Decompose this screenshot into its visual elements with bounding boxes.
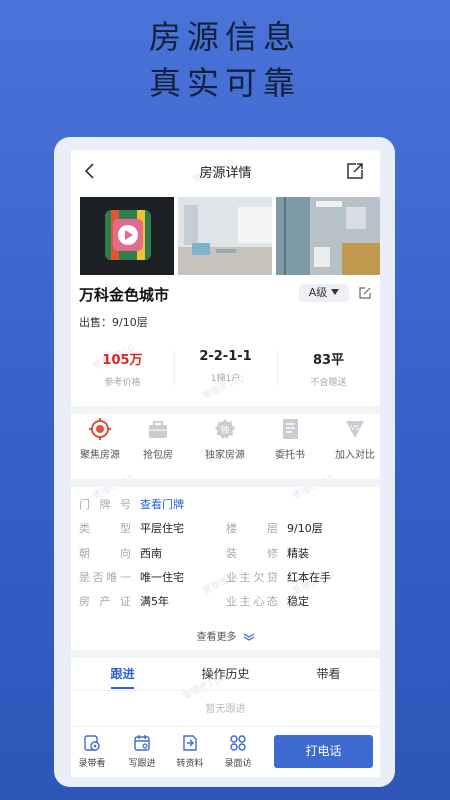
stat-value: 105万	[102, 353, 143, 368]
tool-label: 转资料	[176, 759, 204, 769]
banner-line-1: 房源信息	[148, 18, 301, 56]
empty-state-text: 暂无跟进	[205, 704, 246, 715]
action-row: 聚焦房源 抢包房 独 独家房源 委托书 VS 加入对比	[71, 418, 380, 470]
stat-area: 83平 不含赠送	[277, 340, 380, 396]
detail-label: 类型	[79, 522, 131, 535]
action-label: 独家房源	[205, 450, 245, 461]
transfer-doc-icon	[183, 735, 197, 751]
stats-row: 105万 参考价格 2-2-1-1 1梯1户 83平 不含赠送	[71, 340, 380, 396]
view-doorplate-link[interactable]: 查看门牌	[140, 496, 184, 512]
detail-value: 唯一住宅	[140, 571, 184, 584]
photo-bathroom[interactable]	[276, 197, 380, 275]
detail-label: 业主欠贷	[226, 571, 278, 584]
room-photo-image	[178, 197, 272, 275]
svg-text:独: 独	[220, 424, 229, 436]
detail-value: 9/10层	[287, 522, 323, 535]
grade-select[interactable]: A级	[299, 284, 349, 302]
app-screen: 管理员110 管理员110 管理员110 管理员110 管理员110 管理员11…	[71, 150, 380, 777]
section-divider	[71, 479, 380, 487]
video-play-icon	[105, 210, 151, 260]
divider	[71, 690, 380, 691]
view-more-label: 查看更多	[196, 632, 237, 643]
detail-row: 朝向 西南 装修 精装	[79, 545, 379, 561]
detail-value: 红本在手	[287, 571, 331, 584]
action-exclusive-listing[interactable]: 独 独家房源	[196, 418, 254, 461]
detail-value: 平层住宅	[140, 522, 184, 535]
banner-line-2: 真实可靠	[148, 64, 301, 102]
detail-row: 类型 平层住宅 楼层 9/10层	[79, 520, 379, 536]
calendar-icon	[134, 735, 150, 751]
action-focus-listing[interactable]: 聚焦房源	[71, 418, 129, 461]
action-grab-listing[interactable]: 抢包房	[129, 418, 187, 461]
banner: 房源信息 真实可靠	[0, 14, 450, 106]
detail-value: 精装	[287, 547, 309, 560]
tab-bar: 跟进 操作历史 带看	[71, 662, 380, 690]
detail-label: 朝向	[79, 547, 131, 560]
transfer-data-button[interactable]: 转资料	[169, 734, 211, 769]
stat-label: 不含赠送	[310, 378, 347, 388]
photo-video-thumbnail[interactable]	[80, 197, 174, 275]
svg-text:VS: VS	[350, 424, 360, 432]
detail-value: 满5年	[140, 595, 169, 608]
tool-label: 录带看	[78, 759, 106, 769]
stat-label: 1梯1户	[210, 374, 241, 384]
double-chevron-down-icon	[243, 633, 254, 641]
page-title: 房源详情	[199, 166, 252, 181]
action-label: 聚焦房源	[80, 450, 120, 461]
call-button[interactable]: 打电话	[274, 735, 373, 768]
vs-icon: VS	[346, 421, 364, 438]
nav-bar: 房源详情	[71, 150, 380, 192]
target-icon	[89, 418, 111, 440]
tab-operation-history[interactable]: 操作历史	[174, 665, 277, 682]
view-more-button[interactable]: 查看更多	[71, 628, 380, 643]
detail-label: 房产证	[79, 595, 131, 608]
tab-follow-up[interactable]: 跟进	[71, 665, 174, 682]
sale-info: 出售：9/10层	[79, 316, 148, 329]
tool-label: 录面访	[224, 759, 252, 769]
record-visit-button[interactable]: 录带看	[71, 734, 113, 769]
detail-value: 西南	[140, 547, 162, 560]
photo-gallery[interactable]	[80, 197, 380, 275]
stat-value: 2-2-1-1	[199, 349, 252, 364]
caret-down-icon	[331, 289, 340, 295]
detail-label: 业主心态	[226, 595, 278, 608]
tab-viewings[interactable]: 带看	[277, 665, 380, 682]
write-follow-up-button[interactable]: 写跟进	[121, 734, 163, 769]
action-label: 加入对比	[335, 450, 375, 461]
bottom-toolbar: 录带看 写跟进 转资料 录面访 打电话	[71, 726, 380, 777]
detail-row: 房产证 满5年 业主心态 稳定	[79, 593, 379, 609]
action-add-compare[interactable]: VS 加入对比	[326, 418, 380, 461]
section-divider	[71, 650, 380, 658]
stat-label: 参考价格	[104, 378, 141, 388]
stat-layout: 2-2-1-1 1梯1户	[174, 340, 277, 396]
record-interview-button[interactable]: 录面访	[217, 734, 259, 769]
grade-value: A级	[308, 286, 328, 299]
stat-price: 105万 参考价格	[71, 340, 174, 396]
stat-value: 83平	[312, 353, 345, 368]
detail-row-doorplate: 门牌号 查看门牌	[79, 496, 379, 512]
detail-label: 装修	[226, 547, 278, 560]
edit-icon[interactable]	[358, 286, 372, 300]
people-icon	[230, 735, 246, 751]
detail-row: 是否唯一 唯一住宅 业主欠贷 红本在手	[79, 569, 379, 585]
detail-value: 稳定	[287, 595, 309, 608]
action-label: 抢包房	[143, 450, 173, 461]
action-entrustment[interactable]: 委托书	[261, 418, 319, 461]
action-label: 委托书	[275, 450, 305, 461]
property-name: 万科金色城市	[79, 286, 170, 304]
active-tab-indicator	[111, 687, 134, 689]
exclusive-badge-icon: 独	[215, 419, 235, 439]
share-icon[interactable]	[345, 161, 365, 181]
detail-label: 门牌号	[79, 498, 131, 511]
detail-label: 楼层	[226, 522, 278, 535]
tool-label: 写跟进	[128, 759, 156, 769]
document-icon	[283, 419, 298, 439]
section-divider	[71, 406, 380, 414]
record-visit-icon	[84, 735, 100, 751]
bathroom-photo-image	[276, 197, 380, 275]
bag-icon	[149, 421, 167, 438]
detail-label: 是否唯一	[79, 571, 131, 584]
photo-living-room[interactable]	[178, 197, 272, 275]
